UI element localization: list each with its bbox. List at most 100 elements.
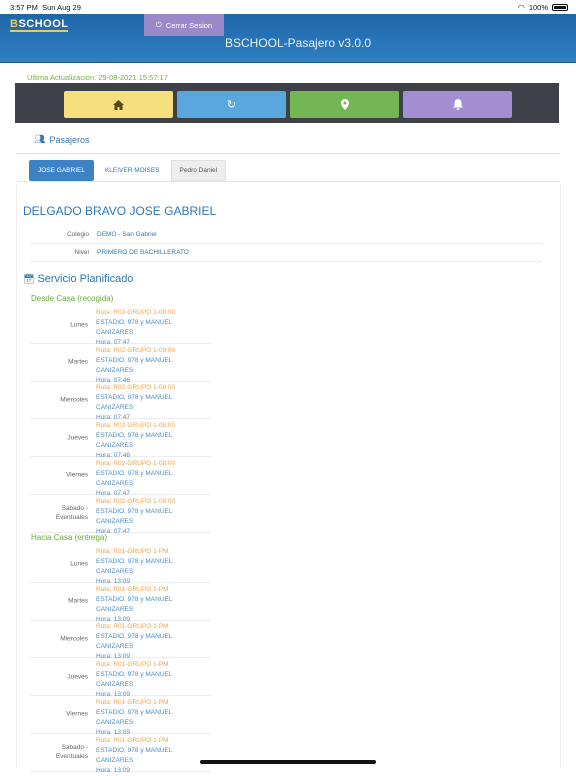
pickup-title: Desde Casa (recogida) xyxy=(31,294,113,303)
address-text: ESTADIO, 978 y MANUEL CANIZARES xyxy=(96,746,211,766)
schedule-info: Ruta: R02-GRUPO 1-08:00ESTADIO, 978 y MA… xyxy=(96,383,211,423)
schedule-day: Martes xyxy=(30,597,88,606)
route-text: Ruta: R02-GRUPO 1-08:00 xyxy=(96,308,211,318)
address-text: ESTADIO, 978 y MANUEL CANIZARES xyxy=(96,356,211,376)
nav-bar: ↻ xyxy=(15,83,559,123)
schedule-day: Viernes xyxy=(30,710,88,719)
address-text: ESTADIO, 978 y MANUEL CANIZARES xyxy=(96,595,211,615)
schedule-info: Ruta: R01-GRUPO 1-PMESTADIO, 978 y MANUE… xyxy=(96,736,211,776)
nivel-label: Nivel xyxy=(30,249,89,256)
nivel-value: PRIMERO DE BACHILLERATO xyxy=(97,249,189,256)
schedule-info: Ruta: R01-GRUPO 1-PMESTADIO, 978 y MANUE… xyxy=(96,622,211,662)
calendar-icon: 📅︎ xyxy=(23,274,34,285)
passengers-title: Pasajeros xyxy=(49,135,89,145)
battery-icon xyxy=(552,4,568,11)
last-update-text: Ultima Actualizacion: 29-08-2021 15:57:1… xyxy=(27,73,168,82)
schedule-info: Ruta: R02-GRUPO 1-08:00ESTADIO, 978 y MA… xyxy=(96,497,211,537)
bell-icon xyxy=(453,99,463,110)
address-text: ESTADIO, 978 y MANUEL CANIZARES xyxy=(96,670,211,690)
colegio-label: Colegio xyxy=(30,231,89,238)
schedule-row: Sabado - Eventuales Ruta: R01-GRUPO 1-PME… xyxy=(30,734,211,772)
route-text: Ruta: R02-GRUPO 1-08:00 xyxy=(96,346,211,356)
dropoff-title: Hacia Casa (entrega) xyxy=(31,533,107,542)
address-text: ESTADIO, 978 y MANUEL CANIZARES xyxy=(96,507,211,527)
status-time: 3:57 PM Sun Aug 29 xyxy=(10,3,81,12)
colegio-value: DEMO - San Gabriel xyxy=(97,231,157,238)
wifi-icon: ◠ xyxy=(518,3,525,12)
route-text: Ruta: R01-GRUPO 1-PM xyxy=(96,698,211,708)
status-bar: 3:57 PM Sun Aug 29 ◠ 100% xyxy=(0,0,576,14)
address-text: ESTADIO, 978 y MANUEL CANIZARES xyxy=(96,431,211,451)
time-text: Hora: 07:47 xyxy=(96,527,211,537)
app-title: BSCHOOL-Pasajero v3.0.0 xyxy=(225,36,371,50)
home-indicator xyxy=(200,760,376,764)
passengers-heading: 👥︎ Pasajeros xyxy=(34,134,89,145)
location-button[interactable] xyxy=(290,91,399,118)
schedule-row: Jueves Ruta: R01-GRUPO 1-PMESTADIO, 978 y… xyxy=(30,658,211,696)
address-text: ESTADIO, 978 y MANUEL CANIZARES xyxy=(96,318,211,338)
route-text: Ruta: R02-GRUPO 1-08:00 xyxy=(96,459,211,469)
schedule-row: Jueves Ruta: R02-GRUPO 1-08:00ESTADIO, 97… xyxy=(30,419,211,457)
schedule-day: Sabado - Eventuales xyxy=(30,743,88,761)
logout-button[interactable]: ⏻ Cerrar Sesion xyxy=(144,14,224,36)
battery-level: 100% xyxy=(529,3,548,12)
route-text: Ruta: R01-GRUPO 1-PM xyxy=(96,736,211,746)
schedule-day: Jueves xyxy=(30,433,88,442)
schedule-info: Ruta: R02-GRUPO 1-08:00ESTADIO, 978 y MA… xyxy=(96,346,211,386)
schedule-row: Sabado - Eventuales Ruta: R02-GRUPO 1-08:… xyxy=(30,495,211,533)
refresh-button[interactable]: ↻ xyxy=(177,91,286,118)
route-text: Ruta: R01-GRUPO 1-PM xyxy=(96,585,211,595)
address-text: ESTADIO, 978 y MANUEL CANIZARES xyxy=(96,469,211,489)
schedule-info: Ruta: R01-GRUPO 1-PMESTADIO, 978 y MANUE… xyxy=(96,547,211,587)
service-title: Servicio Planificado xyxy=(37,273,133,285)
schedule-info: Ruta: R01-GRUPO 1-PMESTADIO, 978 y MANUE… xyxy=(96,660,211,700)
schedule-day: Miercoles xyxy=(30,634,88,643)
schedule-row: Viernes Ruta: R02-GRUPO 1-08:00ESTADIO, 9… xyxy=(30,457,211,495)
route-text: Ruta: R02-GRUPO 1-08:00 xyxy=(96,383,211,393)
address-text: ESTADIO, 978 y MANUEL CANIZARES xyxy=(96,393,211,413)
schedule-info: Ruta: R01-GRUPO 1-PMESTADIO, 978 y MANUE… xyxy=(96,698,211,738)
schedule-day: Jueves xyxy=(30,672,88,681)
status-right: ◠ 100% xyxy=(518,3,568,12)
schedule-info: Ruta: R01-GRUPO 1-PMESTADIO, 978 y MANUE… xyxy=(96,585,211,625)
service-heading: 📅︎ Servicio Planificado xyxy=(23,273,133,285)
schedule-day: Viernes xyxy=(30,471,88,480)
schedule-info: Ruta: R02-GRUPO 1-08:00ESTADIO, 978 y MA… xyxy=(96,308,211,348)
tab-pedro-daniel[interactable]: Pedro Daniel xyxy=(171,160,227,181)
tab-jose-gabriel[interactable]: JOSE GABRIEL xyxy=(29,160,94,181)
schedule-day: Sabado - Eventuales xyxy=(30,504,88,522)
schedule-day: Lunes xyxy=(30,320,88,329)
schedule-day: Miercoles xyxy=(30,395,88,404)
schedule-row: Viernes Ruta: R01-GRUPO 1-PMESTADIO, 978 … xyxy=(30,696,211,734)
address-text: ESTADIO, 978 y MANUEL CANIZARES xyxy=(96,557,211,577)
app-header: BSCHOOL ⏻ Cerrar Sesion BSCHOOL-Pasajero… xyxy=(0,14,576,63)
schedule-row: MiercolesRuta: R01-GRUPO 1-PMESTADIO, 97… xyxy=(30,620,211,658)
tab-kleiver-moises[interactable]: KLEIVER MOISES xyxy=(96,160,169,181)
route-text: Ruta: R02-GRUPO 1-08:00 xyxy=(96,421,211,431)
route-text: Ruta: R02-GRUPO 1-08:00 xyxy=(96,497,211,507)
schedule-info: Ruta: R02-GRUPO 1-08:00ESTADIO, 978 y MA… xyxy=(96,459,211,499)
address-text: ESTADIO, 978 y MANUEL CANIZARES xyxy=(96,708,211,728)
colegio-row: Colegio DEMO - San Gabriel xyxy=(30,226,542,244)
home-button[interactable] xyxy=(64,91,173,118)
schedule-info: Ruta: R02-GRUPO 1-08:00ESTADIO, 978 y MA… xyxy=(96,421,211,461)
route-text: Ruta: R01-GRUPO 1-PM xyxy=(96,660,211,670)
schedule-row: Lunes Ruta: R02-GRUPO 1-08:00ESTADIO, 978… xyxy=(30,306,211,344)
logo-underline xyxy=(10,30,68,32)
users-icon: 👥︎ xyxy=(34,134,45,145)
notifications-button[interactable] xyxy=(403,91,512,118)
home-icon xyxy=(113,100,124,110)
nivel-row: Nivel PRIMERO DE BACHILLERATO xyxy=(30,244,542,262)
passenger-tabs: JOSE GABRIEL KLEIVER MOISES Pedro Daniel xyxy=(29,160,226,181)
route-text: Ruta: R01-GRUPO 1-PM xyxy=(96,622,211,632)
schedule-day: Lunes xyxy=(30,559,88,568)
schedule-row: Miercoles Ruta: R02-GRUPO 1-08:00ESTADIO,… xyxy=(30,381,211,419)
logout-label: Cerrar Sesion xyxy=(166,21,212,30)
student-name: DELGADO BRAVO JOSE GABRIEL xyxy=(23,204,216,218)
schedule-row: Martes Ruta: R02-GRUPO 1-08:00ESTADIO, 97… xyxy=(30,344,211,382)
schedule-row: Martes Ruta: R01-GRUPO 1-PMESTADIO, 978 y… xyxy=(30,583,211,621)
schedule-day: Martes xyxy=(30,358,88,367)
route-text: Ruta: R01-GRUPO 1-PM xyxy=(96,547,211,557)
divider xyxy=(17,153,560,154)
bschool-logo: BSCHOOL xyxy=(10,18,69,30)
